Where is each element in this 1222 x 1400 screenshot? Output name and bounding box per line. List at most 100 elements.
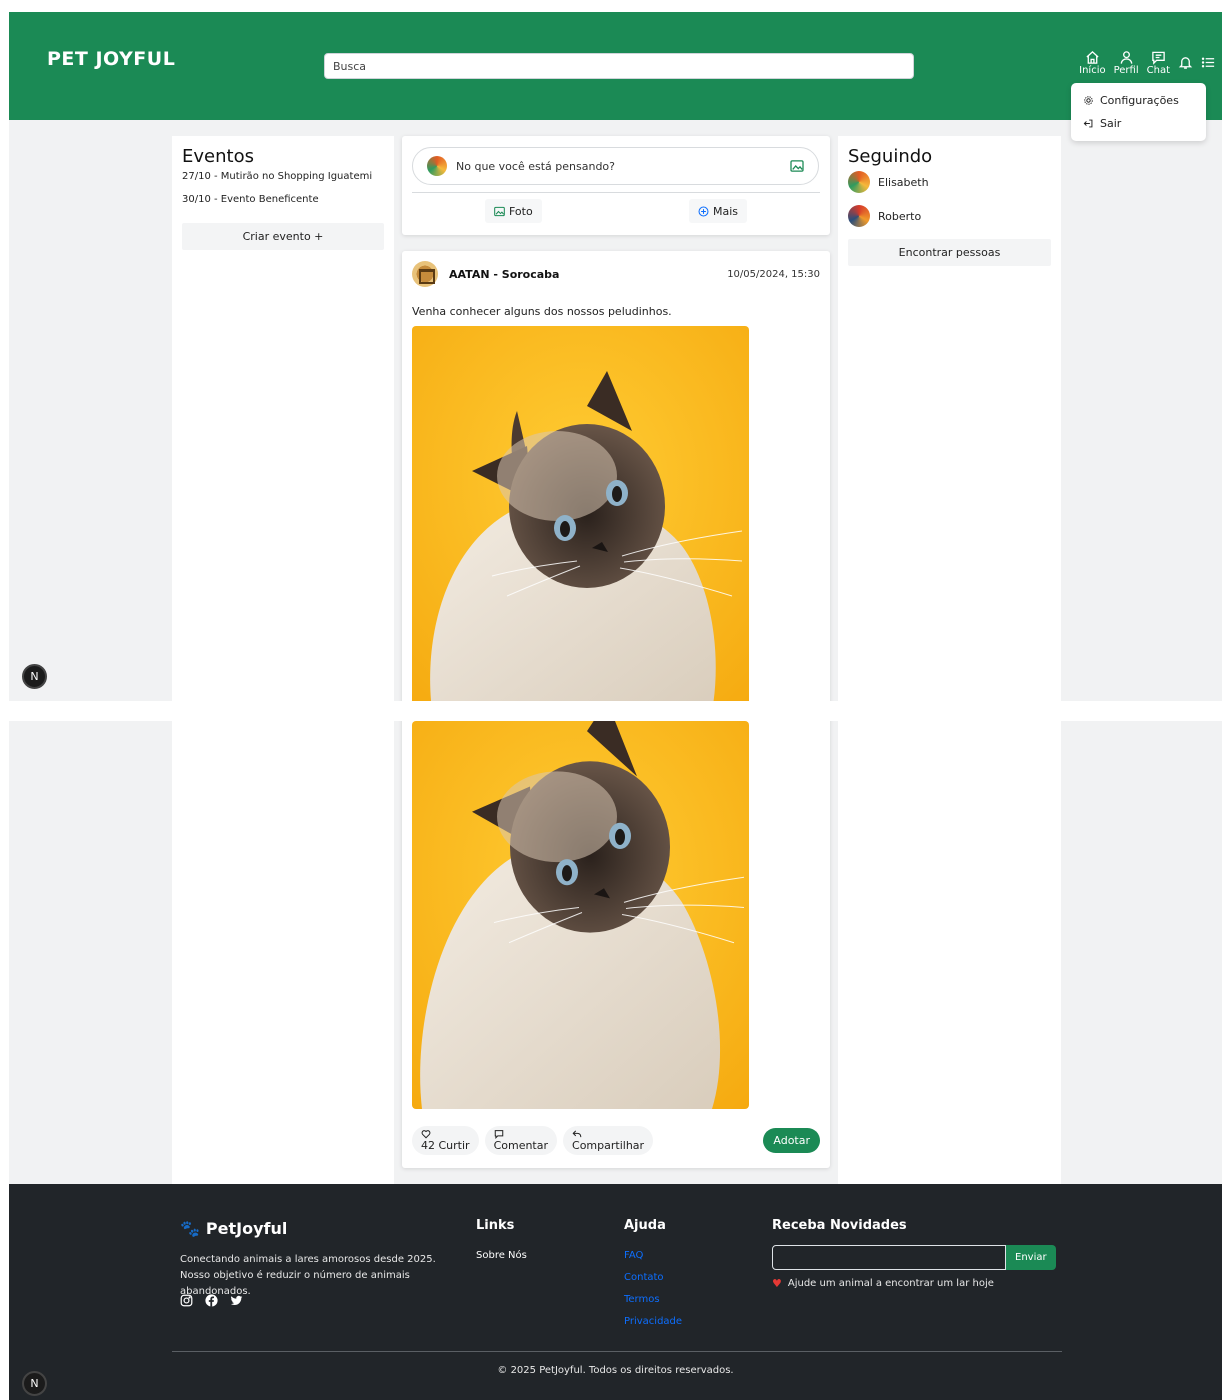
footer-link-terms[interactable]: Termos: [624, 1289, 682, 1311]
events-panel-continued: [172, 721, 394, 1184]
dev-badge[interactable]: N: [22, 1371, 47, 1396]
twitter-icon[interactable]: [230, 1294, 243, 1307]
share-button[interactable]: Compartilhar: [563, 1125, 654, 1155]
post-image[interactable]: [412, 721, 749, 1109]
avatar: [848, 171, 870, 193]
nav-home-label: Início: [1079, 65, 1106, 76]
menu-item-logout[interactable]: Sair: [1071, 112, 1206, 135]
page-viewport-bottom: 42 Curtir Comentar Compartilhar Adotar 🐾…: [9, 721, 1222, 1400]
comment-button-label: Comentar: [493, 1138, 549, 1152]
event-item[interactable]: 30/10 - Evento Beneficente: [182, 194, 384, 205]
dev-badge[interactable]: N: [22, 664, 47, 689]
nav-chat-label: Chat: [1146, 65, 1170, 76]
site-footer: 🐾 PetJoyful Conectando animais a lares a…: [9, 1184, 1222, 1400]
navbar: PET JOYFUL Início Perfil Chat: [9, 12, 1222, 120]
post-text: Venha conhecer alguns dos nossos peludin…: [412, 305, 672, 318]
post-composer: No que você está pensando? Foto Mais: [402, 136, 830, 235]
footer-brand: 🐾 PetJoyful: [180, 1219, 287, 1238]
notifications-button[interactable]: [1178, 55, 1193, 76]
newsletter-email-input[interactable]: [772, 1245, 1006, 1270]
avatar[interactable]: [412, 261, 438, 287]
social-links: [180, 1294, 243, 1307]
nav-profile[interactable]: Perfil: [1114, 50, 1139, 76]
footer-links-title: Links: [476, 1218, 515, 1233]
avatar: [427, 156, 447, 176]
post-image[interactable]: [412, 326, 749, 701]
like-button[interactable]: 42 Curtir: [412, 1125, 479, 1155]
following-panel: Seguindo Elisabeth Roberto Encontrar pes…: [838, 136, 1061, 701]
home-icon: [1086, 50, 1099, 64]
menu-item-settings[interactable]: Configurações: [1071, 89, 1206, 112]
footer-help-title: Ajuda: [624, 1218, 666, 1233]
composer-input[interactable]: No que você está pensando?: [412, 147, 819, 185]
logout-icon: [1083, 119, 1093, 128]
photo-button[interactable]: Foto: [485, 199, 542, 223]
post-timestamp: 10/05/2024, 15:30: [727, 268, 820, 280]
post-actions: 42 Curtir Comentar Compartilhar Adotar: [412, 1121, 820, 1159]
user-dropdown-menu: Configurações Sair: [1071, 83, 1206, 141]
menu-item-logout-label: Sair: [1100, 117, 1122, 130]
footer-links-column: Links Sobre Nós: [476, 1218, 527, 1267]
person-name: Roberto: [878, 209, 922, 223]
gear-icon: [1084, 96, 1093, 105]
menu-button[interactable]: [1201, 55, 1216, 76]
event-item[interactable]: 27/10 - Mutirão no Shopping Iguatemi: [182, 171, 384, 182]
search-input[interactable]: [324, 53, 914, 79]
newsletter-note: ♥ Ajude um animal a encontrar um lar hoj…: [772, 1277, 1056, 1290]
facebook-icon[interactable]: [205, 1294, 218, 1307]
copyright-text: © 2025 PetJoyful. Todos os direitos rese…: [497, 1365, 734, 1376]
footer-description: Conectando animais a lares amorosos desd…: [180, 1254, 436, 1297]
events-title: Eventos: [182, 146, 254, 167]
nav-home[interactable]: Início: [1079, 50, 1106, 76]
footer-link-privacy[interactable]: Privacidade: [624, 1311, 682, 1333]
composer-divider: [412, 192, 820, 193]
newsletter-title: Receba Novidades: [772, 1218, 907, 1233]
instagram-icon[interactable]: [180, 1294, 193, 1307]
person-name: Elisabeth: [878, 175, 929, 189]
newsletter-note-text: Ajude um animal a encontrar um lar hoje: [787, 1278, 994, 1289]
create-event-button[interactable]: Criar evento +: [182, 223, 384, 250]
post-author[interactable]: AATAN - Sorocaba: [449, 268, 559, 281]
paw-icon: 🐾: [180, 1219, 200, 1238]
post-card: AATAN - Sorocaba 10/05/2024, 15:30 Venha…: [402, 251, 830, 701]
footer-link-about[interactable]: Sobre Nós: [476, 1245, 527, 1267]
avatar: [848, 205, 870, 227]
newsletter-submit-button[interactable]: Enviar: [1006, 1245, 1056, 1270]
image-icon[interactable]: [790, 160, 804, 172]
photo-button-label: Foto: [509, 204, 533, 218]
cat-photo-illustration: [412, 721, 749, 1109]
plus-circle-icon: [698, 206, 709, 216]
footer-link-faq[interactable]: FAQ: [624, 1245, 682, 1267]
following-person[interactable]: Elisabeth: [848, 171, 1051, 193]
more-button[interactable]: Mais: [689, 199, 748, 223]
nav-links: Início Perfil Chat: [1079, 50, 1216, 76]
site-logo[interactable]: PET JOYFUL: [47, 48, 175, 70]
user-icon: [1120, 51, 1132, 64]
menu-item-settings-label: Configurações: [1100, 94, 1179, 107]
heart-icon: [421, 1129, 431, 1138]
newsletter-form: Enviar: [772, 1245, 1056, 1270]
share-icon: [572, 1130, 582, 1137]
page-viewport-top: PET JOYFUL Início Perfil Chat: [9, 12, 1222, 701]
chat-icon: [494, 1129, 503, 1139]
cat-photo-illustration: [412, 326, 749, 701]
footer-brand-name: PetJoyful: [205, 1219, 288, 1238]
nav-chat[interactable]: Chat: [1147, 50, 1170, 76]
find-people-button[interactable]: Encontrar pessoas: [848, 239, 1051, 266]
chat-icon: [1152, 51, 1165, 65]
more-button-label: Mais: [713, 204, 739, 218]
following-title: Seguindo: [848, 146, 933, 167]
newsletter-column: Receba Novidades Enviar ♥ Ajude um anima…: [772, 1218, 1056, 1290]
following-panel-continued: [838, 721, 1061, 1184]
adopt-button[interactable]: Adotar: [763, 1127, 820, 1153]
composer-placeholder: No que você está pensando?: [456, 159, 615, 173]
post-header: AATAN - Sorocaba 10/05/2024, 15:30: [412, 261, 820, 287]
image-icon: [494, 206, 505, 216]
comment-button[interactable]: Comentar: [484, 1125, 558, 1155]
footer-link-contact[interactable]: Contato: [624, 1267, 682, 1289]
following-person[interactable]: Roberto: [848, 205, 1051, 227]
footer-divider: [172, 1351, 1062, 1352]
bell-icon: [1178, 57, 1193, 69]
heart-icon: ♥: [772, 1277, 782, 1290]
like-count-label: 42 Curtir: [421, 1138, 470, 1152]
